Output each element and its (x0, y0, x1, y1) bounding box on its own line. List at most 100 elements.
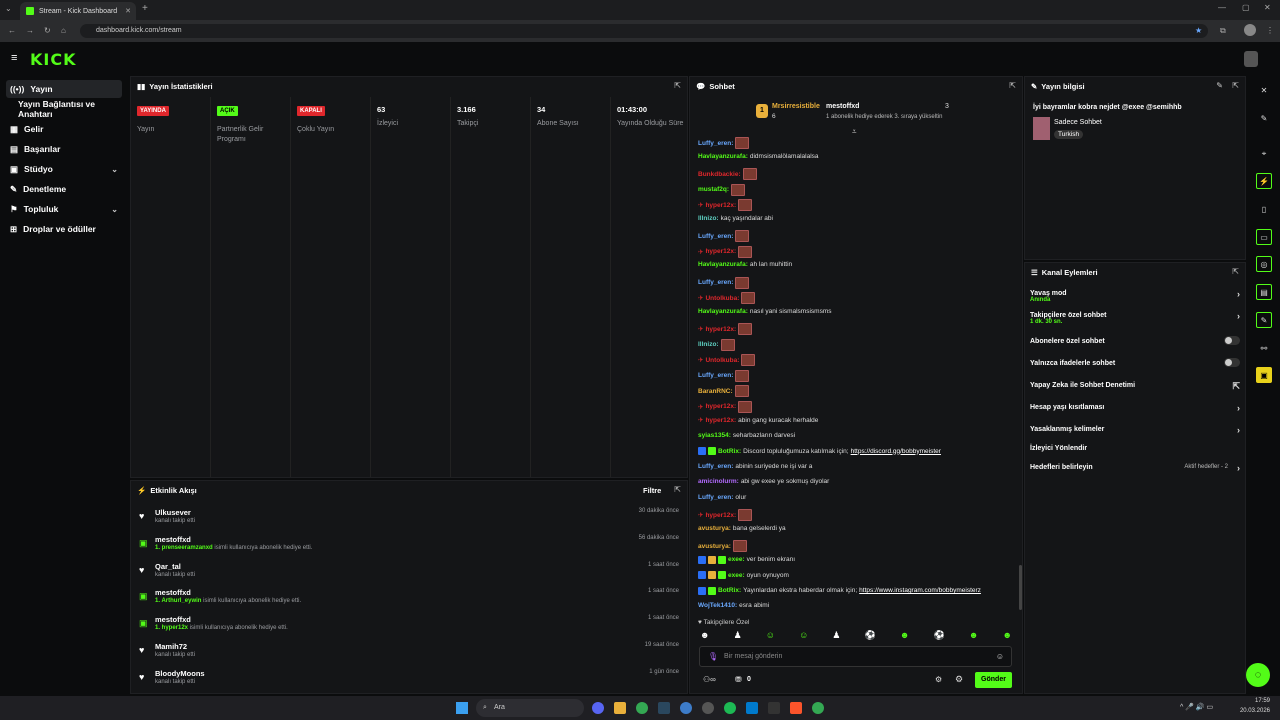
emote-icon[interactable]: ☻ (700, 630, 709, 642)
channel-action-item[interactable]: Yavaş mod Anında › (1030, 289, 1240, 303)
sidebar-item-topluluk[interactable]: ⚑ Topluluk ⌄ (6, 200, 122, 218)
chat-scrollbar[interactable] (1019, 565, 1022, 610)
send-button[interactable]: Gönder (975, 672, 1012, 688)
chat-username[interactable]: avusturya: (698, 543, 731, 550)
chat-username[interactable]: Havlayanzurafa: (698, 261, 748, 268)
chat-username[interactable]: lllnizo: (698, 215, 719, 222)
chat-username[interactable]: hyper12x: (705, 202, 736, 209)
taskbar-search[interactable]: ⌕ Ara (476, 699, 584, 717)
chat-username[interactable]: BotRix: (718, 448, 741, 455)
chat-input[interactable]: 🎙 Bir mesaj gönderin ☺ (699, 646, 1012, 667)
chat-username[interactable]: mustaf2q: (698, 186, 729, 193)
app-taskbar-icon[interactable] (680, 702, 692, 714)
sidebar-item-studyo[interactable]: ▣ Stüdyo ⌄ (6, 160, 122, 178)
channel-action-item[interactable]: Hesap yaşı kısıtlaması › (1030, 403, 1240, 413)
rail-clapper-icon[interactable]: ▣ (1256, 367, 1272, 383)
extensions-icon[interactable]: ⧉ (1220, 26, 1226, 36)
brave-taskbar-icon[interactable] (790, 702, 802, 714)
bookmark-star-icon[interactable]: ★ (1195, 26, 1202, 35)
channel-action-item[interactable]: İzleyici Yönlendir (1030, 445, 1240, 452)
rail-share-icon[interactable]: ⚯ (1256, 340, 1272, 356)
address-bar[interactable]: dashboard.kick.com/stream (80, 24, 1208, 38)
emote-icon[interactable]: ♟ (832, 630, 840, 642)
obs-taskbar-icon[interactable] (702, 702, 714, 714)
app2-taskbar-icon[interactable] (768, 702, 780, 714)
sidebar-item-stream-key[interactable]: Yayın Bağlantısı ve Anahtarı (6, 99, 122, 119)
discord-taskbar-icon[interactable] (592, 702, 604, 714)
sidebar-item-gelir[interactable]: ▦ Gelir (6, 120, 122, 138)
close-window-icon[interactable]: ✕ (1264, 3, 1271, 12)
chat-username[interactable]: Luffy_eren: (698, 372, 733, 379)
emote-icon[interactable]: ☻ (1002, 630, 1011, 642)
microphone-icon[interactable]: 🎙 (708, 652, 718, 661)
rail-broadcast-icon[interactable]: ◎ (1256, 256, 1272, 272)
tab-list-icon[interactable]: ⌄ (5, 4, 12, 13)
channel-action-item[interactable]: Takipçilere özel sohbet 1 dk. 30 sn. › (1030, 311, 1240, 325)
popout-icon[interactable]: ⇱ (1232, 267, 1239, 276)
rail-layout-icon[interactable]: ▤ (1256, 284, 1272, 300)
popout-icon[interactable]: ⇱ (674, 81, 681, 90)
popout-icon[interactable]: ⇱ (674, 485, 681, 494)
browser-menu-icon[interactable]: ⋮ (1266, 26, 1274, 35)
filter-button[interactable]: Filtre (643, 486, 661, 495)
emote-icon[interactable]: ♟ (734, 630, 742, 642)
chat-link[interactable]: https://www.instagram.com/bobbymeisterz (859, 587, 981, 594)
rail-file-icon[interactable]: ▯ (1256, 201, 1272, 217)
rail-edit-icon[interactable]: ✎ (1256, 110, 1272, 126)
settings-gear-icon[interactable]: ⚙ (935, 675, 942, 684)
chat-username[interactable]: hyper12x: (705, 403, 736, 410)
chat-username[interactable]: Luffy_eren: (698, 233, 733, 240)
new-tab-icon[interactable]: + (142, 3, 148, 14)
chat-username[interactable]: Luffy_eren: (698, 494, 733, 501)
emote-icon[interactable]: ☻ (900, 630, 909, 642)
channel-action-item[interactable]: Hedefleri belirleyin Aktif hedefler - 2 › (1030, 463, 1240, 473)
chat-username[interactable]: BaranRNC: (698, 388, 733, 395)
emote-icon[interactable]: ☺ (766, 630, 775, 642)
chat-username[interactable]: hyper12x: (705, 326, 736, 333)
chat-username[interactable]: Luffy_eren: (698, 279, 733, 286)
toggle-switch[interactable] (1224, 336, 1240, 345)
help-chat-bubble-icon[interactable]: ◌ (1246, 663, 1270, 687)
collapse-chevron-icon[interactable]: ⩡ (852, 127, 857, 137)
emote-icon[interactable]: ⚽ (934, 630, 945, 642)
profile-avatar[interactable] (1244, 24, 1256, 36)
chat-username[interactable]: Luffy_eren: (698, 140, 733, 147)
chat-username[interactable]: Havlayanzurafa: (698, 153, 748, 160)
forward-icon[interactable]: → (26, 26, 34, 35)
vscode-taskbar-icon[interactable] (746, 702, 758, 714)
sidebar-item-droplar[interactable]: ⊞ Droplar ve ödüller (6, 220, 122, 238)
rail-crosshair-icon[interactable]: ⌖ (1256, 146, 1272, 162)
users-infinity-icon[interactable]: ⚇∞ (703, 675, 716, 684)
emoji-picker-icon[interactable]: ☺ (996, 652, 1004, 661)
rail-wrench-icon[interactable]: ✎ (1256, 312, 1272, 328)
channel-action-item[interactable]: Yapay Zeka ile Sohbet Denetimi ⇱ (1030, 381, 1240, 391)
windows-start-icon[interactable] (456, 702, 468, 714)
chat-link[interactable]: https://discord.gg/bobbymeister (851, 448, 941, 455)
chat-username[interactable]: Havlayanzurafa: (698, 308, 748, 315)
chat-username[interactable]: hyper12x: (705, 248, 736, 255)
close-tab-icon[interactable]: ✕ (125, 7, 131, 15)
chat-username[interactable]: avusturya: (698, 525, 731, 532)
popout-icon[interactable]: ⇱ (1232, 81, 1239, 90)
edit-pencil-icon[interactable]: ✎ (1216, 81, 1223, 90)
spotify-taskbar-icon[interactable] (724, 702, 736, 714)
channel-action-item[interactable]: Yalnızca ifadelerle sohbet (1030, 358, 1240, 367)
hamburger-menu-icon[interactable]: ≡ (11, 52, 17, 64)
chat-username[interactable]: WojTek1410: (698, 602, 737, 609)
emote-icon[interactable]: ⚽ (865, 630, 876, 642)
chat-username[interactable]: exee: (728, 572, 745, 579)
sidebar-item-yayin[interactable]: ((•)) Yayın (6, 80, 122, 98)
minimize-icon[interactable]: — (1218, 3, 1226, 12)
chat-username[interactable]: Luffy_eren: (698, 463, 733, 470)
rail-close-icon[interactable]: ✕ (1256, 82, 1272, 98)
chat-username[interactable]: amicinolurm: (698, 478, 739, 485)
back-icon[interactable]: ← (8, 26, 16, 35)
chrome2-taskbar-icon[interactable] (812, 702, 824, 714)
maximize-icon[interactable]: ▢ (1242, 3, 1250, 12)
reload-icon[interactable]: ↻ (44, 26, 51, 35)
chat-username[interactable]: lllnizo: (698, 341, 719, 348)
browser-tab[interactable]: Stream - Kick Dashboard ✕ (20, 2, 136, 20)
chat-username[interactable]: Bunkdbackie: (698, 171, 741, 178)
rail-chat-icon[interactable]: ▭ (1256, 229, 1272, 245)
tray-icons[interactable]: ^ 🎤 🔊 ▭ (1180, 703, 1213, 711)
